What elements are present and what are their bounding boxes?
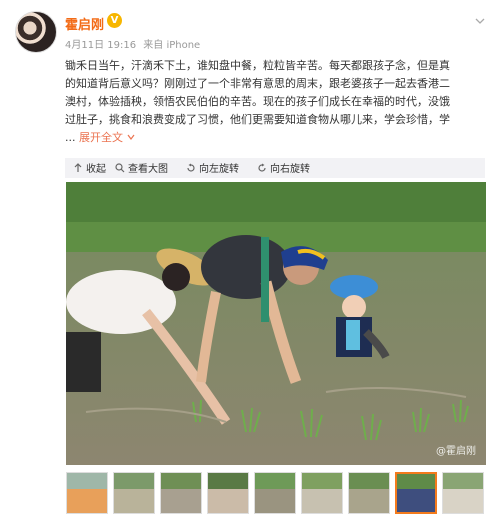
post-text-line: 澳村，体验插秧，领悟农民伯伯的辛苦。现在的孩子们成长在幸福的时代，没饿 xyxy=(65,95,450,108)
arrow-up-icon xyxy=(74,162,82,172)
image-toolbar: 收起 查看大图 向左旋转 向右旋转 xyxy=(65,158,485,178)
ellipsis: ... xyxy=(65,131,76,144)
rice-planting-photo xyxy=(66,182,486,465)
post-photo[interactable]: @霍启刚 xyxy=(66,182,486,465)
rotate-left-label: 向左旋转 xyxy=(199,164,239,175)
view-large-button[interactable]: 查看大图 xyxy=(115,160,168,175)
post-date[interactable]: 4月11日 19:16 xyxy=(65,40,136,51)
rotate-left-icon xyxy=(187,163,195,172)
post-source[interactable]: 来自 iPhone xyxy=(143,40,200,51)
chevron-down-icon xyxy=(127,134,134,140)
expand-full-text-link[interactable]: 展开全文 xyxy=(79,131,135,144)
photo-watermark: @霍启刚 xyxy=(436,446,476,457)
avatar[interactable] xyxy=(15,11,57,53)
photo-thumbnail[interactable] xyxy=(442,472,484,514)
rotate-left-button[interactable]: 向左旋转 xyxy=(186,160,239,175)
post-text-line: 锄禾日当午，汗滴禾下土，谁知盘中餐，粒粒皆辛苦。每天都跟孩子念，但是真 xyxy=(65,59,450,72)
collapse-button[interactable]: 收起 xyxy=(73,160,106,175)
post-text: 锄禾日当午，汗滴禾下土，谁知盘中餐，粒粒皆辛苦。每天都跟孩子念，但是真 的知道背… xyxy=(65,57,485,147)
view-large-label: 查看大图 xyxy=(128,164,168,175)
photo-thumbnail[interactable] xyxy=(395,472,437,514)
rotate-right-label: 向右旋转 xyxy=(270,164,310,175)
post-text-line: 的知道背后意义吗？刚刚过了一个非常有意思的周末，跟老婆孩子一起去香港二 xyxy=(65,77,450,90)
chevron-down-icon[interactable] xyxy=(475,16,485,26)
magnifier-icon xyxy=(115,162,125,172)
photo-thumbnail[interactable] xyxy=(66,472,108,514)
post-meta: 4月11日 19:16 来自 iPhone xyxy=(65,36,204,51)
verified-badge-icon: V xyxy=(107,13,122,28)
thumbnail-strip xyxy=(66,472,496,516)
photo-thumbnail[interactable] xyxy=(348,472,390,514)
photo-thumbnail[interactable] xyxy=(160,472,202,514)
photo-thumbnail[interactable] xyxy=(301,472,343,514)
photo-thumbnail[interactable] xyxy=(254,472,296,514)
rotate-right-icon xyxy=(258,163,266,172)
photo-thumbnail[interactable] xyxy=(207,472,249,514)
expand-label: 展开全文 xyxy=(79,131,123,144)
photo-thumbnail[interactable] xyxy=(113,472,155,514)
collapse-label: 收起 xyxy=(86,164,106,175)
post-header: 霍启刚 V 4月11日 19:16 来自 iPhone xyxy=(0,0,499,54)
username[interactable]: 霍启刚 xyxy=(65,14,104,33)
rotate-right-button[interactable]: 向右旋转 xyxy=(257,160,310,175)
post-text-line: 过肚子，挑食和浪费变成了习惯，他们更需要知道食物从哪儿来，学会珍惜，学 xyxy=(65,113,450,126)
expand-row: ... 展开全文 xyxy=(65,129,485,147)
